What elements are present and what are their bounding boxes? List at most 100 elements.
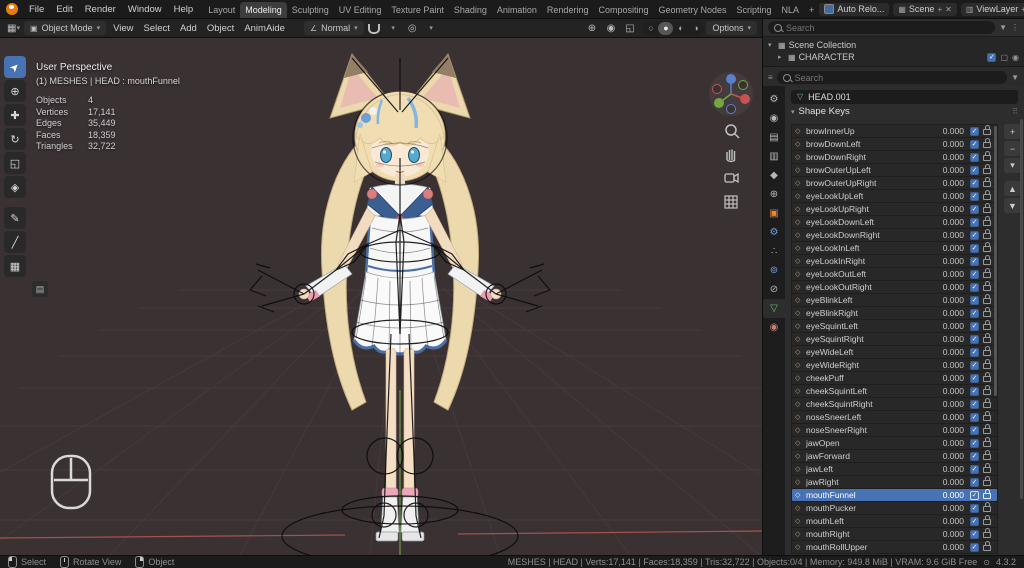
blender-logo-icon[interactable] <box>6 3 18 15</box>
editor-type-icon[interactable]: ▦ ▾ <box>5 21 22 35</box>
shape-key-row[interactable]: ◇ mouthRight 0.000 ✓ <box>792 528 997 540</box>
shape-key-row[interactable]: ◇ jawOpen 0.000 ✓ <box>792 437 997 449</box>
shape-key-lock-button[interactable] <box>982 411 991 423</box>
shape-key-value-slider[interactable]: 0.000 <box>934 321 964 331</box>
shape-key-lock-button[interactable] <box>982 216 991 228</box>
shape-key-value-slider[interactable]: 0.000 <box>934 178 964 188</box>
workspace-tab-shading[interactable]: Shading <box>449 2 492 18</box>
workspace-tab-uv-editing[interactable]: UV Editing <box>334 2 387 18</box>
properties-tab-physics[interactable]: ⊚ <box>763 261 785 280</box>
viewport-menu-view[interactable]: View <box>108 23 138 34</box>
gizmo-neg-x-axis[interactable] <box>712 84 722 94</box>
shape-key-enable-checkbox[interactable]: ✓ <box>970 165 979 175</box>
properties-tab-modifiers[interactable]: ⚙ <box>763 223 785 242</box>
tool-measure-button[interactable]: ╱ <box>4 231 26 253</box>
shape-key-enable-checkbox[interactable]: ✓ <box>970 152 979 162</box>
shape-key-value-slider[interactable]: 0.000 <box>934 438 964 448</box>
viewport-menu-object[interactable]: Object <box>202 23 239 34</box>
panel-grip-icon[interactable]: ⠿ <box>1012 107 1018 116</box>
shape-key-value-slider[interactable]: 0.000 <box>934 360 964 370</box>
menu-help[interactable]: Help <box>168 4 200 15</box>
shape-key-row[interactable]: ◇ eyeLookOutRight 0.000 ✓ <box>792 281 997 293</box>
collapsed-panel-button[interactable]: ▤ <box>32 281 48 297</box>
properties-tab-material[interactable]: ◉ <box>763 318 785 337</box>
shape-key-row[interactable]: ◇ cheekSquintRight 0.000 ✓ <box>792 398 997 410</box>
workspace-tab-modeling[interactable]: Modeling <box>240 2 287 18</box>
shape-key-enable-checkbox[interactable]: ✓ <box>970 412 979 422</box>
shape-key-enable-checkbox[interactable]: ✓ <box>970 204 979 214</box>
viewlayer-selector[interactable]: ▥ ViewLayer + ✕ <box>960 2 1024 16</box>
navigation-gizmo[interactable] <box>709 72 753 116</box>
proportional-editing-toggle[interactable]: ◎ <box>404 21 421 35</box>
shape-key-value-slider[interactable]: 0.000 <box>934 152 964 162</box>
shape-key-enable-checkbox[interactable]: ✓ <box>970 126 979 136</box>
shape-key-row[interactable]: ◇ cheekSquintLeft 0.000 ✓ <box>792 385 997 397</box>
shape-key-row[interactable]: ◇ browInnerUp 0.000 ✓ <box>792 125 997 137</box>
shape-key-enable-checkbox[interactable]: ✓ <box>970 230 979 240</box>
shape-key-lock-button[interactable] <box>982 125 991 137</box>
shape-key-value-slider[interactable]: 0.000 <box>934 204 964 214</box>
properties-tab-render[interactable]: ◉ <box>763 109 785 128</box>
shape-key-row[interactable]: ◇ browDownLeft 0.000 ✓ <box>792 138 997 150</box>
shape-key-row[interactable]: ◇ mouthLeft 0.000 ✓ <box>792 515 997 527</box>
zoom-icon[interactable] <box>725 124 740 139</box>
shape-key-lock-button[interactable] <box>982 476 991 488</box>
shape-key-row[interactable]: ◇ eyeSquintRight 0.000 ✓ <box>792 333 997 345</box>
new-scene-icon[interactable]: + <box>937 5 942 14</box>
data-id-selector[interactable]: ▽ HEAD.001 <box>791 89 1018 104</box>
shape-key-enable-checkbox[interactable]: ✓ <box>970 295 979 305</box>
shape-key-row[interactable]: ◇ noseSneerRight 0.000 ✓ <box>792 424 997 436</box>
solid-shading-icon[interactable]: ● <box>658 21 674 35</box>
shape-key-value-slider[interactable]: 0.000 <box>934 529 964 539</box>
shape-key-lock-button[interactable] <box>982 229 991 241</box>
filter-icon[interactable]: ▼ <box>999 23 1007 32</box>
properties-tab-constraints[interactable]: ⊘ <box>763 280 785 299</box>
shape-key-value-slider[interactable]: 0.000 <box>934 308 964 318</box>
tool-annotate-button[interactable]: ✎ <box>4 207 26 229</box>
shape-key-lock-button[interactable] <box>982 385 991 397</box>
shape-key-row[interactable]: ◇ eyeBlinkLeft 0.000 ✓ <box>792 294 997 306</box>
shape-key-enable-checkbox[interactable]: ✓ <box>970 464 979 474</box>
show-overlays-toggle[interactable]: ◉ <box>602 21 619 35</box>
shape-key-value-slider[interactable]: 0.000 <box>934 191 964 201</box>
shape-key-add-button[interactable]: + <box>1004 124 1021 139</box>
shape-key-value-slider[interactable]: 0.000 <box>934 477 964 487</box>
shape-key-row[interactable]: ◇ eyeBlinkRight 0.000 ✓ <box>792 307 997 319</box>
material-shading-icon[interactable]: ◐ <box>673 22 688 35</box>
shape-key-value-slider[interactable]: 0.000 <box>934 425 964 435</box>
shape-key-lock-button[interactable] <box>982 177 991 189</box>
shape-key-enable-checkbox[interactable]: ✓ <box>970 334 979 344</box>
camera-view-icon[interactable] <box>724 172 739 184</box>
list-scrollbar[interactable] <box>994 126 997 396</box>
shape-key-lock-button[interactable] <box>982 333 991 345</box>
shape-key-enable-checkbox[interactable]: ✓ <box>970 282 979 292</box>
gizmo-y-axis[interactable] <box>714 98 724 108</box>
shape-key-enable-checkbox[interactable]: ✓ <box>970 178 979 188</box>
shape-key-value-slider[interactable]: 0.000 <box>934 126 964 136</box>
tool-add-cube-button[interactable]: ▦ <box>4 255 26 277</box>
shape-key-lock-button[interactable] <box>982 281 991 293</box>
shape-key-lock-button[interactable] <box>982 307 991 319</box>
shape-key-lock-button[interactable] <box>982 528 991 540</box>
properties-tab-particles[interactable]: ∴ <box>763 242 785 261</box>
shape-key-enable-checkbox[interactable]: ✓ <box>970 308 979 318</box>
shape-key-enable-checkbox[interactable]: ✓ <box>970 139 979 149</box>
shape-key-value-slider[interactable]: 0.000 <box>934 334 964 344</box>
shape-key-enable-checkbox[interactable]: ✓ <box>970 490 979 500</box>
shape-key-value-slider[interactable]: 0.000 <box>934 217 964 227</box>
outliner-row-character[interactable]: ▸ ▦ CHARACTER ✓ ▢ ◉ <box>763 51 1024 63</box>
viewport-menu-animaide[interactable]: AnimAide <box>239 23 290 34</box>
shape-key-row[interactable]: ◇ eyeWideLeft 0.000 ✓ <box>792 346 997 358</box>
shape-key-lock-button[interactable] <box>982 138 991 150</box>
gizmo-z-axis[interactable] <box>726 74 736 84</box>
shape-key-value-slider[interactable]: 0.000 <box>934 373 964 383</box>
perspective-toggle-icon[interactable] <box>724 195 738 209</box>
shape-key-move-down-button[interactable]: ▼ <box>1004 198 1021 213</box>
shape-key-enable-checkbox[interactable]: ✓ <box>970 347 979 357</box>
outliner-row-scene-collection[interactable]: ▾ ▦ Scene Collection <box>763 39 1024 51</box>
shape-key-lock-button[interactable] <box>982 398 991 410</box>
menu-render[interactable]: Render <box>79 4 122 15</box>
tool-scale-button[interactable]: ◱ <box>4 152 26 174</box>
outliner-menu-icon[interactable]: ⋮ <box>1011 23 1019 32</box>
properties-tab-view-layer[interactable]: ▥ <box>763 147 785 166</box>
